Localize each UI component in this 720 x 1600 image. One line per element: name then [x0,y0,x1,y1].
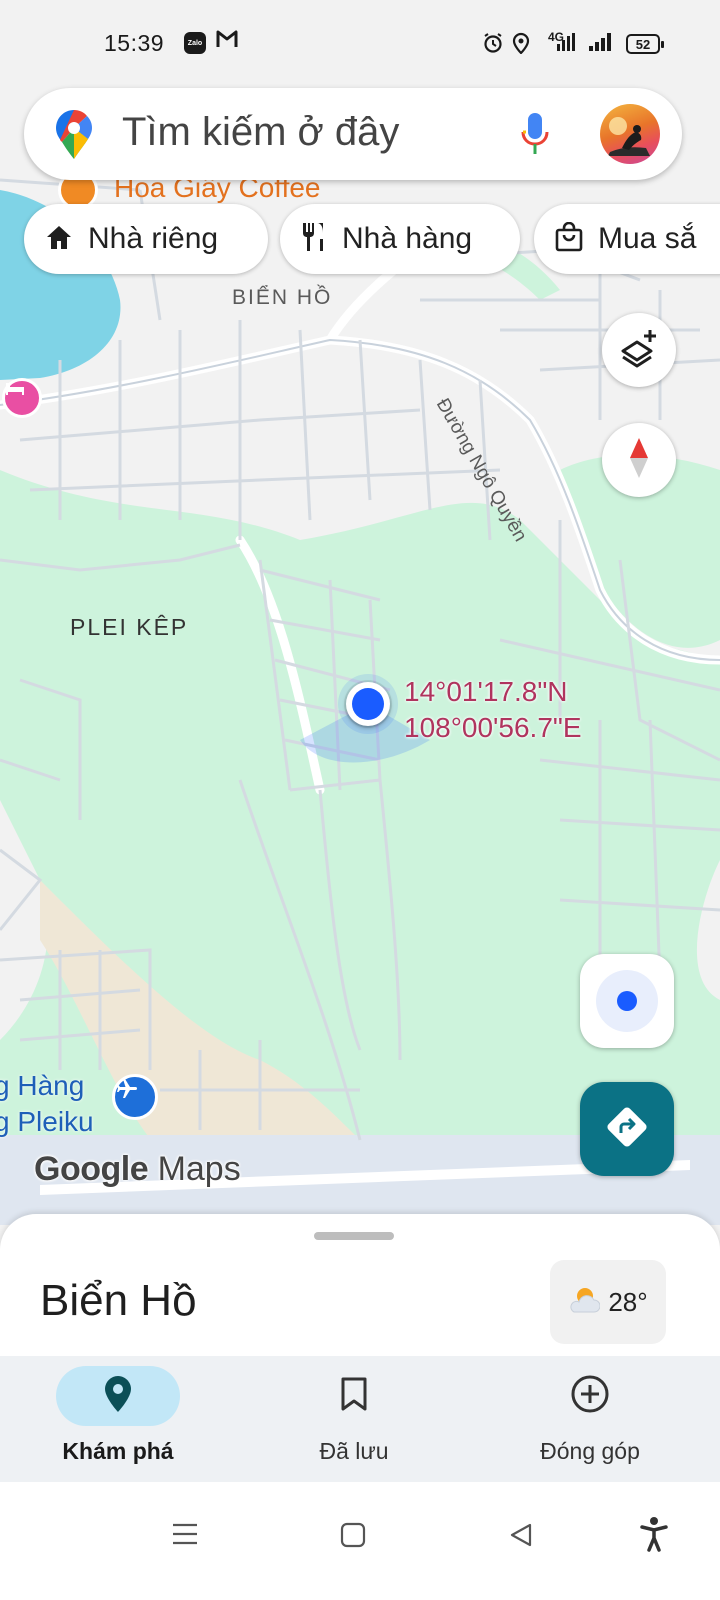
nav-contribute[interactable]: Đóng góp [472,1356,712,1482]
sheet-drag-handle[interactable] [314,1232,394,1240]
area-label-bien-ho: BIỂN HỒ [232,286,333,309]
bottom-sheet[interactable]: Biển Hồ 28° [0,1214,720,1364]
location-pin-icon [104,1375,132,1418]
home-button-icon[interactable] [340,1522,366,1553]
signal-bars-icon [556,32,576,52]
chip-home-label: Nhà riêng [88,222,219,255]
signal-bars-icon-2 [588,32,612,52]
directions-icon [604,1104,650,1155]
google-maps-pin-icon [54,108,94,165]
add-circle-icon [570,1374,610,1419]
maps-wordmark: Maps [157,1150,241,1188]
avatar[interactable] [600,104,660,164]
weather-chip[interactable]: 28° [550,1260,666,1344]
directions-button[interactable] [580,1082,674,1176]
nav-explore-indicator [56,1366,180,1426]
search-input[interactable]: Tìm kiếm ở đây [122,110,399,155]
layers-icon [619,328,659,373]
sheet-title: Biển Hồ [40,1276,197,1325]
restaurant-icon [300,221,328,258]
chip-restaurant[interactable]: Nhà hàng [280,204,520,274]
battery-icon: 52 [626,34,664,54]
area-label-plei-kep: PLEI KÊP [70,614,189,640]
nav-saved[interactable]: Đã lưu [236,1356,476,1482]
nav-contribute-label: Đóng góp [540,1438,640,1464]
partly-cloudy-icon [568,1286,601,1319]
airport-label-line2: g Pleiku [0,1106,94,1137]
chip-shopping-label: Mua sắ [598,222,697,255]
back-icon[interactable] [508,1522,534,1553]
airport-label-line1: g Hàng [0,1070,85,1101]
current-location-dot [346,682,390,726]
coordinates-label: 14°01'17.8"N 108°00'56.7"E [404,674,582,746]
my-location-button[interactable] [580,954,674,1048]
bookmark-icon [340,1376,368,1417]
shopping-bag-icon [554,221,584,257]
alarm-icon [482,32,504,54]
google-maps-logo: Google Maps [34,1150,241,1189]
google-wordmark: Google [34,1150,149,1188]
airport-label[interactable]: g Hàng g Pleiku [0,1068,94,1140]
nav-explore[interactable]: Khám phá [0,1356,240,1482]
coordinates-latitude: 14°01'17.8"N [404,676,568,707]
my-location-icon [596,970,658,1032]
hotel-pin-icon[interactable] [2,378,42,418]
location-status-icon [512,32,530,54]
home-icon [44,223,74,256]
nav-contribute-indicator [528,1366,652,1426]
accessibility-icon[interactable] [640,1516,668,1557]
coordinates-longitude: 108°00'56.7"E [404,712,582,743]
bottom-navigation: Khám phá Đã lưu Đóng góp [0,1356,720,1482]
gmail-icon [216,30,238,48]
layers-button[interactable] [602,313,676,387]
airport-pin-icon[interactable] [112,1074,158,1120]
compass-icon [628,436,650,485]
zalo-icon: Zalo [184,32,206,54]
chip-restaurant-label: Nhà hàng [342,222,473,255]
chip-home[interactable]: Nhà riêng [24,204,268,274]
search-bar[interactable]: Tìm kiếm ở đây [24,88,682,180]
nav-saved-indicator [292,1366,416,1426]
microphone-icon[interactable] [520,112,550,161]
nav-explore-label: Khám phá [62,1438,174,1464]
nav-saved-label: Đã lưu [319,1438,389,1464]
system-navigation-bar [0,1482,720,1600]
chip-shopping[interactable]: Mua sắ [534,204,720,274]
status-time: 15:39 [104,30,165,56]
recent-apps-icon[interactable] [172,1522,198,1551]
weather-temperature: 28° [608,1286,648,1317]
status-bar: 15:39 Zalo 4G 52 [0,0,720,88]
compass-button[interactable] [602,423,676,497]
